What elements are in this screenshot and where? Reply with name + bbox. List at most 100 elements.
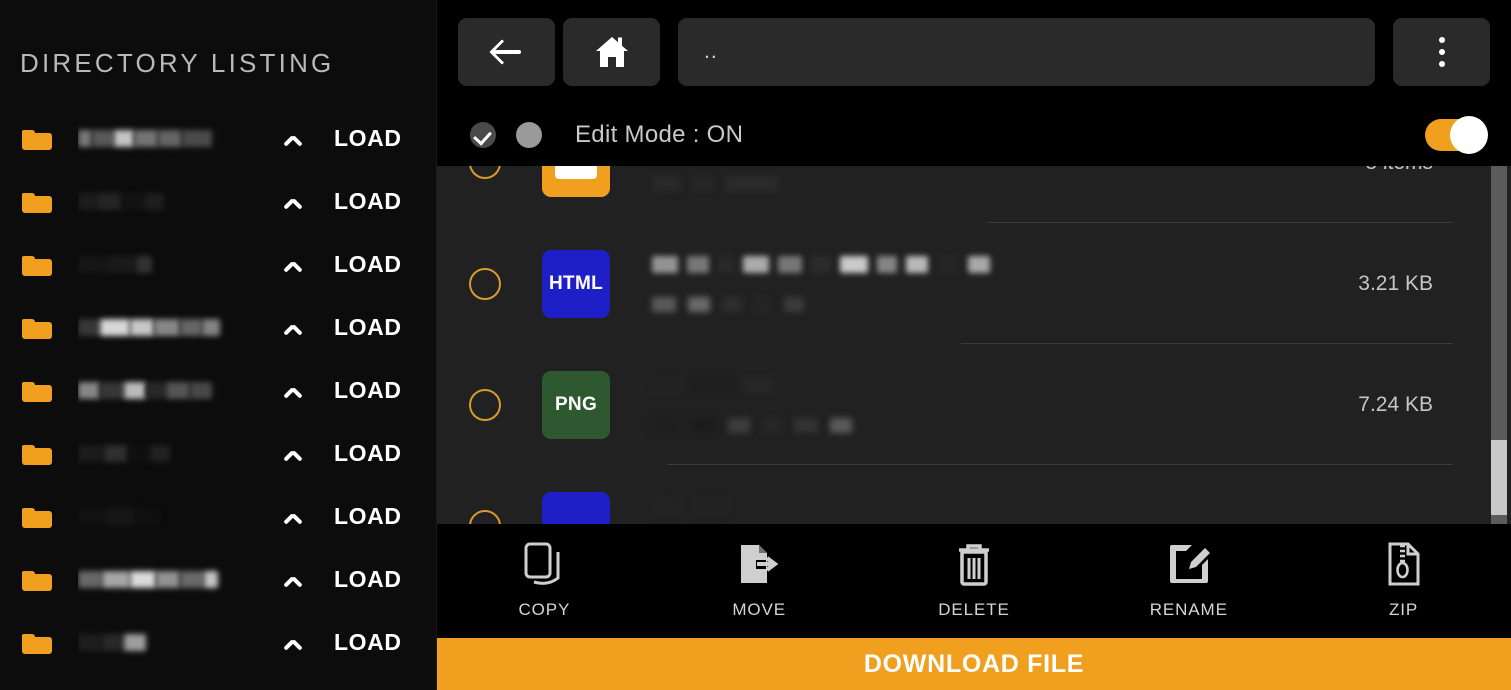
chevron-up-icon[interactable] xyxy=(282,378,308,404)
sidebar: DIRECTORY LISTING LOADLOADLOADLOADLOADLO… xyxy=(0,0,437,690)
file-name xyxy=(652,252,1251,278)
redacted-text xyxy=(754,297,772,312)
file-select-radio[interactable] xyxy=(469,166,501,179)
file-meta xyxy=(652,166,1271,206)
directory-row[interactable]: LOAD xyxy=(0,485,436,548)
redacted-text xyxy=(652,256,678,273)
load-button[interactable]: LOAD xyxy=(334,251,418,278)
file-meta xyxy=(652,241,1271,327)
redacted-text xyxy=(78,508,106,525)
redacted-text xyxy=(811,256,831,273)
action-label: ZIP xyxy=(1389,600,1418,620)
directory-name xyxy=(78,374,282,408)
redacted-text xyxy=(104,445,128,462)
action-copy[interactable]: COPY xyxy=(437,542,652,620)
file-row[interactable]: PNG7.24 KB xyxy=(437,344,1511,465)
file-name xyxy=(652,373,1251,399)
file-row[interactable]: HTML3.21 KB xyxy=(437,223,1511,344)
redacted-text xyxy=(190,382,212,399)
folder-icon xyxy=(22,505,52,529)
file-manager-app: DIRECTORY LISTING LOADLOADLOADLOADLOADLO… xyxy=(0,0,1511,690)
directory-row[interactable]: LOAD xyxy=(0,548,436,611)
scrollbar-thumb[interactable] xyxy=(1491,440,1507,515)
download-file-button[interactable]: DOWNLOAD FILE xyxy=(437,638,1511,690)
circle-icon[interactable] xyxy=(516,122,542,148)
redacted-text xyxy=(830,418,852,433)
directory-row[interactable]: LOAD xyxy=(0,107,436,170)
edit-mode-toggle[interactable] xyxy=(1425,119,1487,151)
directory-row[interactable]: LOAD xyxy=(0,296,436,359)
back-button[interactable] xyxy=(458,18,555,86)
redacted-text xyxy=(130,319,154,336)
chevron-up-icon[interactable] xyxy=(282,441,308,467)
load-button[interactable]: LOAD xyxy=(334,629,418,656)
toggle-knob xyxy=(1450,116,1488,154)
file-name xyxy=(652,494,1251,520)
action-rename[interactable]: RENAME xyxy=(1081,542,1296,620)
load-button[interactable]: LOAD xyxy=(334,503,418,530)
chevron-up-icon[interactable] xyxy=(282,126,308,152)
redacted-text xyxy=(96,193,122,210)
directory-name xyxy=(78,437,282,471)
load-button[interactable]: LOAD xyxy=(334,125,418,152)
load-button[interactable]: LOAD xyxy=(334,188,418,215)
redacted-text xyxy=(762,418,782,433)
redacted-text xyxy=(150,445,170,462)
file-row[interactable]: 8 items xyxy=(437,166,1511,223)
action-move[interactable]: MOVE xyxy=(652,542,867,620)
redacted-text xyxy=(690,418,716,433)
directory-row[interactable]: LOAD xyxy=(0,170,436,233)
action-zip[interactable]: ZIP xyxy=(1296,542,1511,620)
redacted-text xyxy=(877,256,897,273)
load-button[interactable]: LOAD xyxy=(334,566,418,593)
redacted-text xyxy=(722,297,742,312)
file-select-radio[interactable] xyxy=(469,389,501,421)
redacted-text xyxy=(134,130,158,147)
redacted-text xyxy=(100,382,124,399)
directory-row[interactable]: LOAD xyxy=(0,359,436,422)
directory-row[interactable]: LOAD xyxy=(0,611,436,674)
chevron-up-icon[interactable] xyxy=(282,630,308,656)
chevron-up-icon[interactable] xyxy=(282,252,308,278)
redacted-text xyxy=(122,193,144,210)
file-list-scrollbar[interactable] xyxy=(1491,166,1507,524)
redacted-text xyxy=(718,256,734,273)
redacted-text xyxy=(78,571,102,588)
redacted-text xyxy=(794,418,818,433)
redacted-text xyxy=(652,297,676,312)
more-menu-button[interactable] xyxy=(1393,18,1490,86)
chevron-up-icon[interactable] xyxy=(282,504,308,530)
chevron-up-icon[interactable] xyxy=(282,567,308,593)
redacted-text xyxy=(728,418,750,433)
redacted-text xyxy=(182,130,212,147)
action-delete[interactable]: DELETE xyxy=(867,542,1082,620)
home-button[interactable] xyxy=(563,18,660,86)
chevron-up-icon[interactable] xyxy=(282,315,308,341)
file-row[interactable] xyxy=(437,465,1511,524)
redacted-text xyxy=(78,445,104,462)
directory-row[interactable]: LOAD xyxy=(0,233,436,296)
file-select-radio[interactable] xyxy=(469,510,501,525)
directory-name xyxy=(78,563,282,597)
redacted-text xyxy=(78,319,100,336)
zip-file-icon xyxy=(1387,542,1421,586)
redacted-text xyxy=(652,377,682,394)
redacted-text xyxy=(106,508,136,525)
directory-name xyxy=(78,311,282,345)
file-type-label: HTML xyxy=(549,273,603,295)
directory-row[interactable]: LOAD xyxy=(0,422,436,485)
redacted-text xyxy=(652,498,682,515)
redacted-text xyxy=(202,319,220,336)
load-button[interactable]: LOAD xyxy=(334,314,418,341)
path-input[interactable]: .. xyxy=(678,18,1375,86)
folder-icon xyxy=(22,127,52,151)
chevron-up-icon[interactable] xyxy=(282,189,308,215)
redacted-text xyxy=(124,634,146,651)
check-circle-icon[interactable] xyxy=(470,122,496,148)
redacted-text xyxy=(78,193,96,210)
file-select-radio[interactable] xyxy=(469,268,501,300)
load-button[interactable]: LOAD xyxy=(334,377,418,404)
folder-icon xyxy=(22,253,52,277)
load-button[interactable]: LOAD xyxy=(334,440,418,467)
file-list[interactable]: 8 itemsHTML3.21 KBPNG7.24 KB xyxy=(437,166,1511,524)
